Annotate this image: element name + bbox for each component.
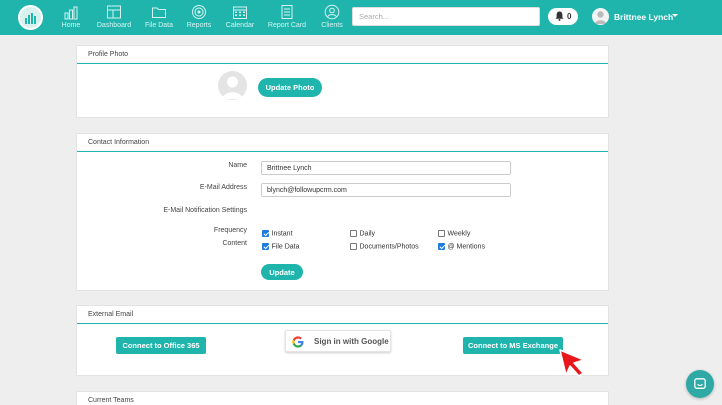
nav-dashboard[interactable]: Dashboard bbox=[96, 4, 132, 32]
target-icon bbox=[192, 5, 206, 19]
nav-reports[interactable]: Reports bbox=[186, 4, 212, 32]
nav-label: Home bbox=[61, 22, 81, 29]
user-avatar[interactable] bbox=[592, 8, 609, 25]
nav-label: File Data bbox=[144, 22, 173, 29]
profile-avatar bbox=[218, 71, 247, 100]
user-name[interactable]: Brittnee Lynch bbox=[614, 12, 673, 22]
card-title: External Email bbox=[77, 306, 608, 324]
contact-info-card: Contact Information Name Brittnee Lynch … bbox=[76, 133, 609, 291]
nav-label: Clients bbox=[321, 22, 343, 29]
email-field[interactable]: blynch@followupcrm.com bbox=[261, 183, 511, 197]
content-label: Content bbox=[222, 240, 247, 247]
notification-count: 0 bbox=[567, 12, 572, 21]
update-contact-button[interactable]: Update bbox=[261, 264, 303, 280]
nav-label: Report Card bbox=[267, 22, 307, 29]
nav-file-data[interactable]: File Data bbox=[144, 4, 174, 32]
google-button-label: Sign in with Google bbox=[314, 337, 389, 346]
top-nav-bar: Home Dashboard File Data Reports Calenda… bbox=[0, 0, 722, 35]
content-documents-checkbox[interactable]: Documents/Photos bbox=[350, 243, 419, 251]
checkbox-checked bbox=[262, 243, 269, 250]
notification-settings-heading: E-Mail Notification Settings bbox=[163, 207, 247, 214]
report-card-icon bbox=[281, 5, 293, 19]
card-title: Current Teams bbox=[88, 397, 134, 404]
update-photo-button[interactable]: Update Photo bbox=[258, 78, 322, 97]
notifications-button[interactable]: 0 bbox=[548, 8, 578, 25]
name-label: Name bbox=[228, 162, 247, 169]
nav-label: Calendar bbox=[225, 22, 255, 29]
email-label: E-Mail Address bbox=[199, 184, 247, 191]
nav-label: Dashboard bbox=[96, 22, 132, 29]
google-icon bbox=[292, 336, 304, 348]
content-file-data-checkbox[interactable]: File Data bbox=[262, 243, 300, 251]
name-field[interactable]: Brittnee Lynch bbox=[261, 161, 511, 175]
dashboard-icon bbox=[107, 5, 121, 19]
checkbox-label: Instant bbox=[271, 230, 293, 238]
checkbox-unchecked bbox=[438, 230, 445, 237]
app-logo[interactable] bbox=[18, 5, 43, 30]
folder-icon bbox=[152, 7, 166, 18]
nav-clients[interactable]: Clients bbox=[320, 4, 344, 32]
frequency-label: Frequency bbox=[213, 227, 247, 234]
checkbox-checked bbox=[262, 230, 269, 237]
bell-icon bbox=[555, 11, 564, 21]
search-input[interactable] bbox=[352, 7, 540, 26]
user-silhouette-icon bbox=[222, 76, 243, 99]
frequency-weekly-checkbox[interactable]: Weekly bbox=[438, 230, 470, 238]
mouse-pointer-icon bbox=[559, 349, 585, 377]
content-mentions-checkbox[interactable]: @ Mentions bbox=[438, 243, 485, 251]
checkbox-unchecked bbox=[350, 243, 357, 250]
calendar-icon bbox=[233, 6, 247, 19]
chat-widget-button[interactable] bbox=[686, 370, 714, 398]
nav-report-card[interactable]: Report Card bbox=[267, 4, 307, 32]
external-email-card: External Email Connect to Office 365 Sig… bbox=[76, 305, 609, 376]
bar-chart-icon bbox=[64, 6, 78, 20]
connect-office365-button[interactable]: Connect to Office 365 bbox=[116, 337, 206, 354]
frequency-instant-checkbox[interactable]: Instant bbox=[262, 230, 293, 238]
chat-icon bbox=[694, 378, 706, 389]
frequency-daily-checkbox[interactable]: Daily bbox=[350, 230, 375, 238]
chevron-down-icon[interactable] bbox=[672, 14, 678, 17]
checkbox-unchecked bbox=[350, 230, 357, 237]
user-silhouette-icon bbox=[594, 11, 607, 24]
checkbox-label: Daily bbox=[359, 230, 376, 238]
client-icon bbox=[324, 4, 340, 20]
checkbox-label: @ Mentions bbox=[447, 243, 485, 251]
nav-calendar[interactable]: Calendar bbox=[225, 4, 255, 32]
google-sign-in-button[interactable]: Sign in with Google bbox=[285, 330, 391, 352]
nav-label: Reports bbox=[186, 22, 212, 29]
profile-photo-card: Profile Photo Update Photo bbox=[76, 45, 609, 118]
card-title: Contact Information bbox=[77, 134, 608, 152]
current-teams-card: Current Teams bbox=[76, 391, 609, 405]
card-title: Profile Photo bbox=[77, 46, 608, 64]
checkbox-label: File Data bbox=[271, 243, 300, 251]
connect-ms-exchange-button[interactable]: Connect to MS Exchange bbox=[463, 337, 563, 354]
checkbox-label: Weekly bbox=[447, 230, 471, 238]
checkbox-label: Documents/Photos bbox=[359, 243, 419, 251]
checkbox-checked bbox=[438, 243, 445, 250]
nav-home[interactable]: Home bbox=[60, 4, 82, 32]
